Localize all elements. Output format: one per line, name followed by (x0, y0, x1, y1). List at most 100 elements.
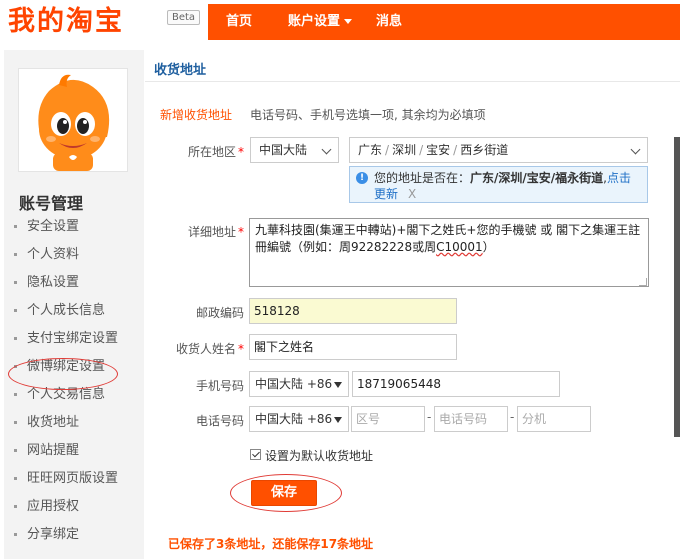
name-label: 收货人姓名 * (154, 340, 244, 357)
sidebar-item-app-auth[interactable]: 应用授权 (14, 493, 140, 521)
top-nav: 首页 账户设置 消息 (208, 4, 680, 40)
chevron-down-icon (321, 144, 332, 155)
bullet-icon (14, 449, 17, 452)
bullet-icon (14, 533, 17, 536)
info-icon: ! (356, 172, 368, 184)
mobile-input[interactable]: 18719065448 (352, 371, 560, 397)
nav-home-label: 首页 (226, 14, 253, 29)
nav-home[interactable]: 首页 (226, 4, 252, 40)
nav-account-label: 账户设置 (288, 14, 341, 29)
region-sep: / (385, 143, 390, 157)
phone-label: 电话号码 (154, 412, 244, 429)
background-strip (674, 137, 680, 437)
default-address-label[interactable]: 设置为默认收货地址 (265, 447, 373, 464)
mobile-country-value: 中国大陆 +86 (255, 377, 333, 391)
sidebar-item-label: 隐私设置 (27, 275, 80, 290)
triangle-down-icon (334, 382, 342, 388)
sidebar-item-label: 分享绑定 (27, 527, 80, 542)
name-label-text: 收货人姓名 (175, 342, 236, 356)
region-label-text: 所在地区 (187, 145, 236, 159)
bullet-icon (14, 309, 17, 312)
country-value: 中国大陆 (259, 143, 308, 157)
area-code-input[interactable]: 区号 (351, 406, 425, 432)
sidebar-item-label: 个人成长信息 (27, 303, 106, 318)
sidebar-item-label: 个人资料 (27, 247, 80, 262)
sidebar-item-label: 网站提醒 (27, 443, 80, 458)
detail-label-text: 详细地址 (187, 225, 236, 239)
detail-text-b: C10001 (436, 240, 483, 254)
detail-label: 详细地址 * (154, 223, 244, 240)
mobile-label: 手机号码 (154, 377, 244, 394)
region-sep: / (453, 143, 458, 157)
new-address-tab[interactable]: 新增收货地址 (160, 106, 232, 123)
phone-number-input[interactable]: 电话号码 (434, 406, 508, 432)
extension-input[interactable]: 分机 (517, 406, 591, 432)
region-province: 广东 (358, 143, 383, 157)
bullet-icon (14, 225, 17, 228)
sidebar-item-growth[interactable]: 个人成长信息 (14, 297, 140, 325)
taobao-logo[interactable]: 我的淘宝 (8, 4, 124, 40)
caret-down-icon (344, 19, 353, 24)
region-sep: / (419, 143, 424, 157)
phone-country-value: 中国大陆 +86 (255, 412, 333, 426)
notice-prefix: 您的地址是否在： (374, 171, 471, 185)
zip-label-text: 邮政编码 (195, 306, 244, 320)
highlight-circle (8, 358, 118, 390)
sidebar-item-label: 收货地址 (27, 415, 80, 430)
country-select[interactable]: 中国大陆 (250, 137, 339, 163)
bullet-icon (14, 477, 17, 480)
zip-label: 邮政编码 (154, 304, 244, 321)
avatar[interactable] (18, 68, 128, 172)
sidebar-item-profile[interactable]: 个人资料 (14, 241, 140, 269)
sidebar-item-address[interactable]: 收货地址 (14, 409, 140, 437)
dash-separator: - (427, 410, 432, 424)
recipient-name-input[interactable]: 閣下之姓名 (249, 334, 457, 360)
notice-address: 广东/深圳/宝安/福永街道 (470, 171, 604, 185)
sidebar-item-wangwang[interactable]: 旺旺网页版设置 (14, 465, 140, 493)
region-label: 所在地区 * (154, 143, 244, 160)
sidebar-item-share[interactable]: 分享绑定 (14, 521, 140, 549)
bullet-icon (14, 505, 17, 508)
region-district: 宝安 (426, 143, 451, 157)
page-title: 收货地址 (154, 63, 207, 78)
sidebar-item-reminders[interactable]: 网站提醒 (14, 437, 140, 465)
required-mark: * (238, 145, 244, 159)
sidebar-item-label: 应用授权 (27, 499, 80, 514)
beta-badge: Beta (167, 10, 201, 25)
nav-messages[interactable]: 消息 (376, 4, 402, 40)
sidebar-item-label: 支付宝绑定设置 (27, 331, 119, 346)
required-mark: * (238, 225, 244, 239)
save-button[interactable]: 保存 (251, 480, 317, 506)
default-address-checkbox[interactable] (250, 449, 261, 460)
region-city: 深圳 (392, 143, 417, 157)
detail-address-textarea[interactable]: 九華科技園(集運王中轉站)+閣下之姓氏+您的手機號 或 閣下之集運王註冊編號（例… (249, 218, 649, 287)
nav-account-settings[interactable]: 账户设置 (288, 4, 353, 40)
sidebar-item-label: 安全设置 (27, 219, 80, 234)
sidebar-item-label: 旺旺网页版设置 (27, 471, 119, 486)
chevron-down-icon (630, 144, 641, 155)
required-mark: * (238, 342, 244, 356)
region-select[interactable]: 广东 / 深圳 / 宝安 / 西乡街道 (349, 137, 648, 163)
bullet-icon (14, 281, 17, 284)
saved-count-info: 已保存了3条地址，还能保存17条地址 (168, 537, 374, 551)
dash-separator: - (510, 410, 515, 424)
resize-handle-icon[interactable] (639, 278, 647, 286)
zip-input[interactable]: 518128 (249, 298, 457, 324)
detail-text-c: ） (482, 240, 495, 254)
phone-country-select[interactable]: 中国大陆 +86 (249, 406, 349, 432)
sidebar-item-privacy[interactable]: 隐私设置 (14, 269, 140, 297)
sidebar-item-security[interactable]: 安全设置 (14, 213, 140, 241)
triangle-down-icon (334, 417, 342, 423)
sidebar-title: 账号管理 (19, 194, 84, 213)
bullet-icon (14, 253, 17, 256)
nav-messages-label: 消息 (376, 14, 403, 29)
bullet-icon (14, 393, 17, 396)
sidebar-item-alipay[interactable]: 支付宝绑定设置 (14, 325, 140, 353)
close-icon[interactable]: X (408, 187, 416, 201)
phone-label-text: 电话号码 (195, 414, 244, 428)
main-header: 收货地址 (145, 50, 680, 82)
mobile-country-select[interactable]: 中国大陆 +86 (249, 371, 349, 397)
form-hint: 电话号码、手机号选填一项, 其余均为必填项 (250, 108, 486, 122)
taobao-mascot-icon (19, 69, 127, 171)
region-street: 西乡街道 (460, 143, 509, 157)
